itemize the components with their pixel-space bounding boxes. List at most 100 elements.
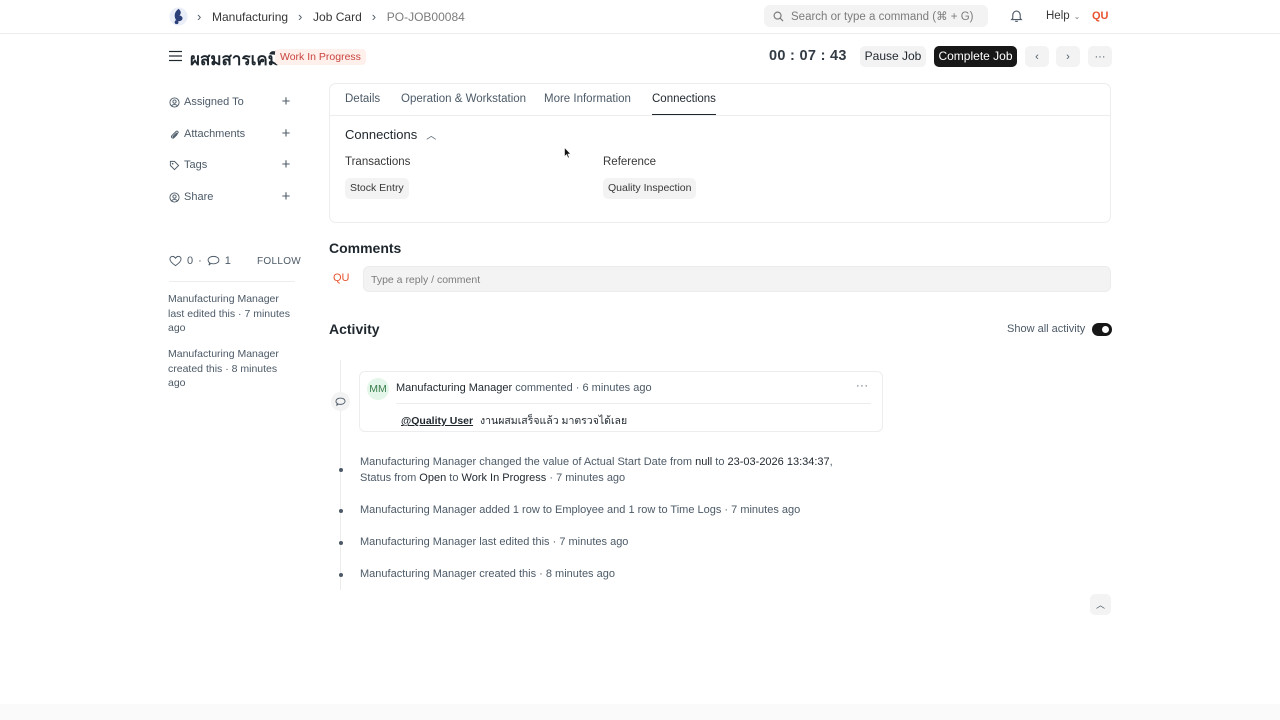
show-all-activity-toggle[interactable] [1092, 323, 1112, 336]
comment-count: 1 [224, 255, 231, 267]
timeline-dot [339, 541, 343, 545]
comment-body: @Quality User งานผสมเสร็จแล้ว มาตรวจได้เ… [401, 412, 627, 429]
scroll-to-top-button[interactable]: ︿ [1090, 594, 1111, 615]
navbar: › Manufacturing › Job Card › PO-JOB00084… [0, 0, 1280, 34]
sidebar-toggle-icon[interactable] [169, 50, 182, 62]
mention-link[interactable]: @Quality User [401, 415, 473, 427]
more-actions-button[interactable]: ··· [1088, 46, 1112, 67]
like-count: 0 [187, 255, 194, 267]
activity-text: to [446, 471, 462, 484]
comment-card: MM Manufacturing Manager commented · 6 m… [359, 371, 883, 432]
paperclip-icon [170, 130, 179, 139]
activity-text: Status from [360, 471, 420, 484]
chevron-right-icon: › [371, 9, 377, 24]
comment-input[interactable]: Type a reply / comment [363, 266, 1111, 292]
mouse-cursor-icon [564, 147, 572, 159]
sidebar-item-label: Tags [184, 159, 208, 171]
breadcrumb-current-doc[interactable]: PO-JOB00084 [387, 10, 465, 24]
next-doc-button[interactable]: › [1056, 46, 1080, 67]
sidebar-item-attachments[interactable]: Attachments [169, 128, 245, 140]
activity-text: · 7 minutes ago [546, 471, 626, 484]
page-footer [0, 704, 1280, 720]
pause-job-button[interactable]: Pause Job [860, 46, 926, 67]
activity-heading: Activity [329, 321, 380, 337]
activity-text: to [712, 456, 728, 468]
activity-item: Manufacturing Manager last edited this ·… [360, 536, 629, 548]
activity-item: Manufacturing Manager changed the value … [360, 455, 860, 486]
avatar: QU [333, 272, 350, 284]
comment-divider [396, 403, 871, 404]
job-timer: 00 : 07 : 43 [769, 48, 847, 64]
breadcrumb-manufacturing[interactable]: Manufacturing [212, 10, 288, 24]
user-avatar[interactable]: QU [1092, 10, 1109, 22]
separator-dot: · [198, 255, 202, 267]
activity-text: Manufacturing Manager changed the value … [360, 456, 696, 468]
sidebar-item-label: Assigned To [184, 96, 244, 108]
chevron-up-icon: ︿ [426, 131, 437, 142]
search-input[interactable]: Search or type a command (⌘ + G) [764, 5, 988, 27]
tab-more-information[interactable]: More Information [544, 93, 631, 105]
sidebar-log-entry: Manufacturing Manager created this · 8 m… [168, 348, 279, 389]
comment-author: Manufacturing Manager [396, 382, 513, 394]
chevron-left-icon: ‹ [1035, 50, 1039, 63]
tag-icon [169, 160, 180, 170]
sidebar-item-assigned-to[interactable]: Assigned To [169, 96, 244, 108]
timeline-dot [339, 468, 343, 472]
add-share-button[interactable]: + [280, 188, 292, 205]
form-card: Details Operation & Workstation More Inf… [329, 83, 1111, 223]
sidebar-item-label: Attachments [184, 128, 246, 140]
heart-icon[interactable] [169, 255, 182, 267]
help-dropdown[interactable]: Help ⌄ [1046, 10, 1080, 22]
assign-user-icon [169, 96, 180, 108]
active-tab-indicator [652, 114, 716, 115]
show-all-activity-label: Show all activity [1007, 323, 1086, 335]
activity-item: Manufacturing Manager added 1 row to Emp… [360, 504, 801, 516]
page-title: ผสมสารเคมี [190, 50, 279, 69]
activity-text: , [829, 456, 833, 468]
search-icon [773, 11, 784, 22]
comment-icon [335, 397, 346, 406]
comment-text: งานผสมเสร็จแล้ว มาตรวจได้เลย [480, 415, 628, 427]
tab-operation-workstation[interactable]: Operation & Workstation [401, 93, 526, 105]
follow-button[interactable]: FOLLOW [257, 256, 301, 267]
sidebar-item-label: Share [184, 191, 214, 203]
quality-inspection-link[interactable]: Quality Inspection [603, 178, 697, 199]
old-value: null [695, 456, 713, 468]
comment-meta: commented · 6 minutes ago [515, 382, 652, 394]
share-user-icon [169, 191, 180, 203]
section-title: Connections [345, 127, 418, 142]
connections-section-toggle[interactable]: Connections ︿ [345, 127, 436, 142]
new-value: 23-03-2026 13:34:37 [727, 456, 830, 468]
complete-job-button[interactable]: Complete Job [934, 46, 1017, 67]
chevron-right-icon: › [197, 9, 202, 24]
sidebar-divider [169, 281, 295, 282]
new-value: Work In Progress [461, 471, 547, 484]
breadcrumb-job-card[interactable]: Job Card [313, 10, 362, 24]
search-placeholder: Search or type a command (⌘ + G) [791, 11, 974, 23]
old-value: Open [419, 471, 447, 484]
tab-details[interactable]: Details [345, 93, 380, 105]
ellipsis-icon: ··· [1094, 50, 1106, 63]
previous-doc-button[interactable]: ‹ [1025, 46, 1049, 67]
tab-connections[interactable]: Connections [652, 93, 716, 105]
app-logo-icon[interactable] [169, 6, 188, 27]
timeline-dot [339, 509, 343, 513]
reference-heading: Reference [603, 156, 657, 168]
add-tag-button[interactable]: + [280, 156, 292, 173]
timeline-comment-marker [331, 392, 350, 411]
add-assignee-button[interactable]: + [280, 93, 292, 110]
bell-icon[interactable] [1010, 9, 1023, 23]
add-attachment-button[interactable]: + [280, 125, 292, 142]
doc-stats: 0 · 1 [169, 255, 231, 267]
sidebar-log-entry: Manufacturing Manager last edited this ·… [168, 293, 290, 334]
sidebar-item-share[interactable]: Share [169, 191, 213, 203]
status-badge: Work In Progress [275, 49, 366, 65]
breadcrumb: › Manufacturing › Job Card › PO-JOB00084 [197, 9, 475, 24]
chevron-down-icon: ⌄ [1073, 11, 1081, 21]
stock-entry-link[interactable]: Stock Entry [345, 178, 409, 199]
chevron-right-icon: › [298, 9, 303, 24]
comment-header: Manufacturing Manager commented · 6 minu… [396, 382, 652, 394]
sidebar-item-tags[interactable]: Tags [169, 159, 207, 171]
comment-icon[interactable] [207, 255, 220, 267]
comment-more-button[interactable]: ··· [856, 380, 869, 392]
